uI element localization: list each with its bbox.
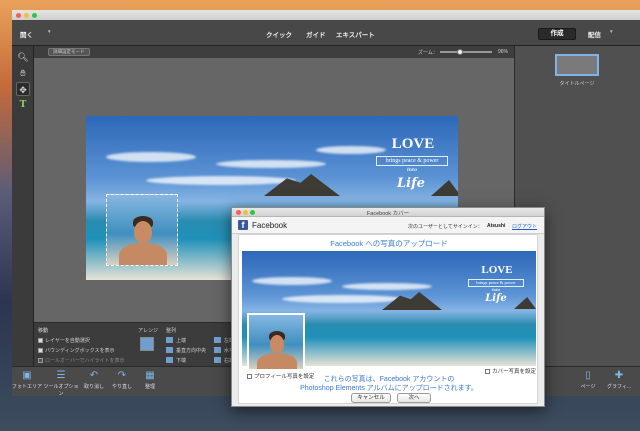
open-dropdown-icon[interactable]: ▾ <box>48 29 51 35</box>
zoom-slider-knob[interactable] <box>456 49 463 55</box>
align-top-button[interactable]: 上端 <box>166 337 186 344</box>
highlight-checkbox[interactable]: ロールオーバーでハイライトを表示 <box>38 357 125 364</box>
photo-bin-button[interactable]: ▣ フォトエリア <box>12 370 42 390</box>
dialog-title: Facebook カバー <box>366 211 410 217</box>
move-options-label: 移動 <box>38 328 49 334</box>
zoom-label: ズーム： <box>418 50 438 56</box>
preview-into-text: into <box>492 288 500 292</box>
hand-tool-icon[interactable]: ✋︎ <box>16 66 30 80</box>
upload-message-line2: Photoshop Elements アルバムにアップロードされます。 <box>300 385 478 392</box>
mode-expert[interactable]: エキスパート <box>336 29 375 39</box>
signed-in-label: 次のユーザーとしてサインイン： <box>408 224 483 230</box>
graphics-plus-icon: ✚ <box>614 370 624 381</box>
profile-preview <box>247 313 305 371</box>
cover-into-text: into <box>406 168 418 173</box>
dialog-titlebar: Facebook カバー <box>232 208 544 217</box>
pages-icon: ▯ <box>585 370 591 381</box>
window-titlebar <box>12 10 640 20</box>
mode-bar: 開く ▾ クイック ガイド エキスパート 作成 配信 ▾ <box>12 20 640 46</box>
profile-photo-canvas[interactable] <box>106 194 178 266</box>
dialog-header: f Facebook 次のユーザーとしてサインイン： Atsushi ログアウト <box>232 217 544 234</box>
title-page-thumbnail[interactable] <box>555 54 599 76</box>
type-tool-icon[interactable]: T <box>16 98 30 112</box>
cover-life-text: Life <box>397 176 425 191</box>
share-button[interactable]: 配信 <box>588 29 601 39</box>
mode-quick[interactable]: クイック <box>266 29 292 39</box>
undo-icon: ↶ <box>89 370 99 381</box>
upload-heading: Facebook への写真のアップロード <box>330 239 448 248</box>
user-name: Atsushi <box>487 223 506 229</box>
minimize-window-button[interactable] <box>24 13 29 18</box>
info-bar: 詳細設定モード ズーム： 96% <box>34 46 514 58</box>
facebook-logo-icon: f <box>238 220 248 230</box>
organizer-button[interactable]: ▦ 整理 <box>136 370 164 390</box>
arrange-label: アレンジ <box>138 328 159 334</box>
facebook-brand: Facebook <box>252 221 288 230</box>
align-bottom-button[interactable]: 下端 <box>166 357 186 364</box>
preview-love-text: LOVE <box>481 264 513 276</box>
arrange-icon[interactable] <box>140 337 154 351</box>
create-button[interactable]: 作成 <box>538 28 576 40</box>
pages-button[interactable]: ▯ ページ <box>574 370 602 390</box>
title-page-label: タイトルページ <box>559 81 595 87</box>
show-bbox-checkbox[interactable]: バウンディングボックスを表示 <box>38 347 115 354</box>
graphics-button[interactable]: ✚ グラフィ... <box>602 370 636 390</box>
auto-select-checkbox[interactable]: レイヤーを自動選択 <box>38 337 90 344</box>
toolbox: 🔍︎ ✋︎ ✥ T <box>12 46 34 366</box>
cover-brings-text: brings peace & power <box>376 156 448 166</box>
align-vcenter-button[interactable]: 垂直方向中央 <box>166 347 206 354</box>
preview-life-text: Life <box>485 293 507 304</box>
share-dropdown-icon[interactable]: ▾ <box>610 29 613 35</box>
preview-brings-text: brings peace & power <box>468 279 524 287</box>
mode-guided[interactable]: ガイド <box>306 29 326 39</box>
advanced-mode-button[interactable]: 詳細設定モード <box>48 48 90 56</box>
next-button[interactable]: 次へ <box>397 393 431 403</box>
zoom-value: 96% <box>498 49 509 55</box>
tool-options-button[interactable]: ☰ ツールオプション <box>42 370 80 396</box>
zoom-slider[interactable] <box>440 49 492 55</box>
close-window-button[interactable] <box>16 13 21 18</box>
move-tool-icon[interactable]: ✥ <box>16 82 30 96</box>
photo-bin-icon: ▣ <box>22 370 32 381</box>
undo-button[interactable]: ↶ 取り消し <box>80 370 108 390</box>
logout-link[interactable]: ログアウト <box>512 223 537 230</box>
redo-icon: ↷ <box>117 370 127 381</box>
tool-options-icon: ☰ <box>56 370 66 381</box>
facebook-cover-dialog: Facebook カバー f Facebook 次のユーザーとしてサインイン： … <box>231 207 545 407</box>
open-button[interactable]: 開く <box>20 29 33 39</box>
dialog-content: Facebook への写真のアップロード LOVE brings peace &… <box>238 234 538 404</box>
cover-love-text: LOVE <box>391 136 435 152</box>
zoom-tool-icon[interactable]: 🔍︎ <box>16 50 30 64</box>
redo-button[interactable]: ↷ やり直し <box>108 370 136 390</box>
align-label: 整列 <box>166 328 177 334</box>
cancel-button[interactable]: キャンセル <box>351 393 391 403</box>
organizer-icon: ▦ <box>145 370 155 381</box>
zoom-window-button[interactable] <box>32 13 37 18</box>
